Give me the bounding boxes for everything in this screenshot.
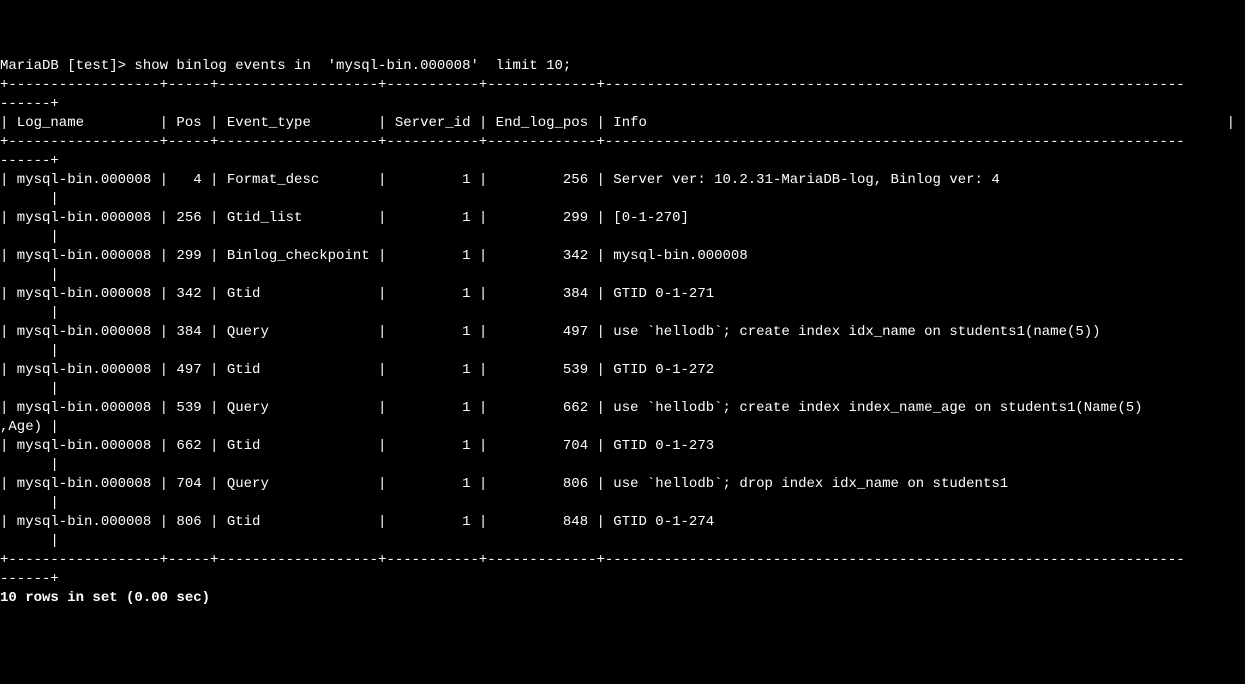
header-row: | Log_name | Pos | Event_type | Server_i… <box>0 115 1235 131</box>
separator: +------------------+-----+--------------… <box>0 77 1185 93</box>
separator: +------------------+-----+--------------… <box>0 552 1185 568</box>
table-rows: | mysql-bin.000008 | 4 | Format_desc | 1… <box>0 172 1193 549</box>
prompt-line: MariaDB [test]> show binlog events in 'm… <box>0 58 571 74</box>
terminal-output: MariaDB [test]> show binlog events in 'm… <box>0 57 1245 608</box>
separator-tail: ------+ <box>0 96 59 112</box>
separator-tail: ------+ <box>0 571 59 587</box>
footer-status: 10 rows in set (0.00 sec) <box>0 590 210 606</box>
separator-tail: ------+ <box>0 153 59 169</box>
separator: +------------------+-----+--------------… <box>0 134 1185 150</box>
